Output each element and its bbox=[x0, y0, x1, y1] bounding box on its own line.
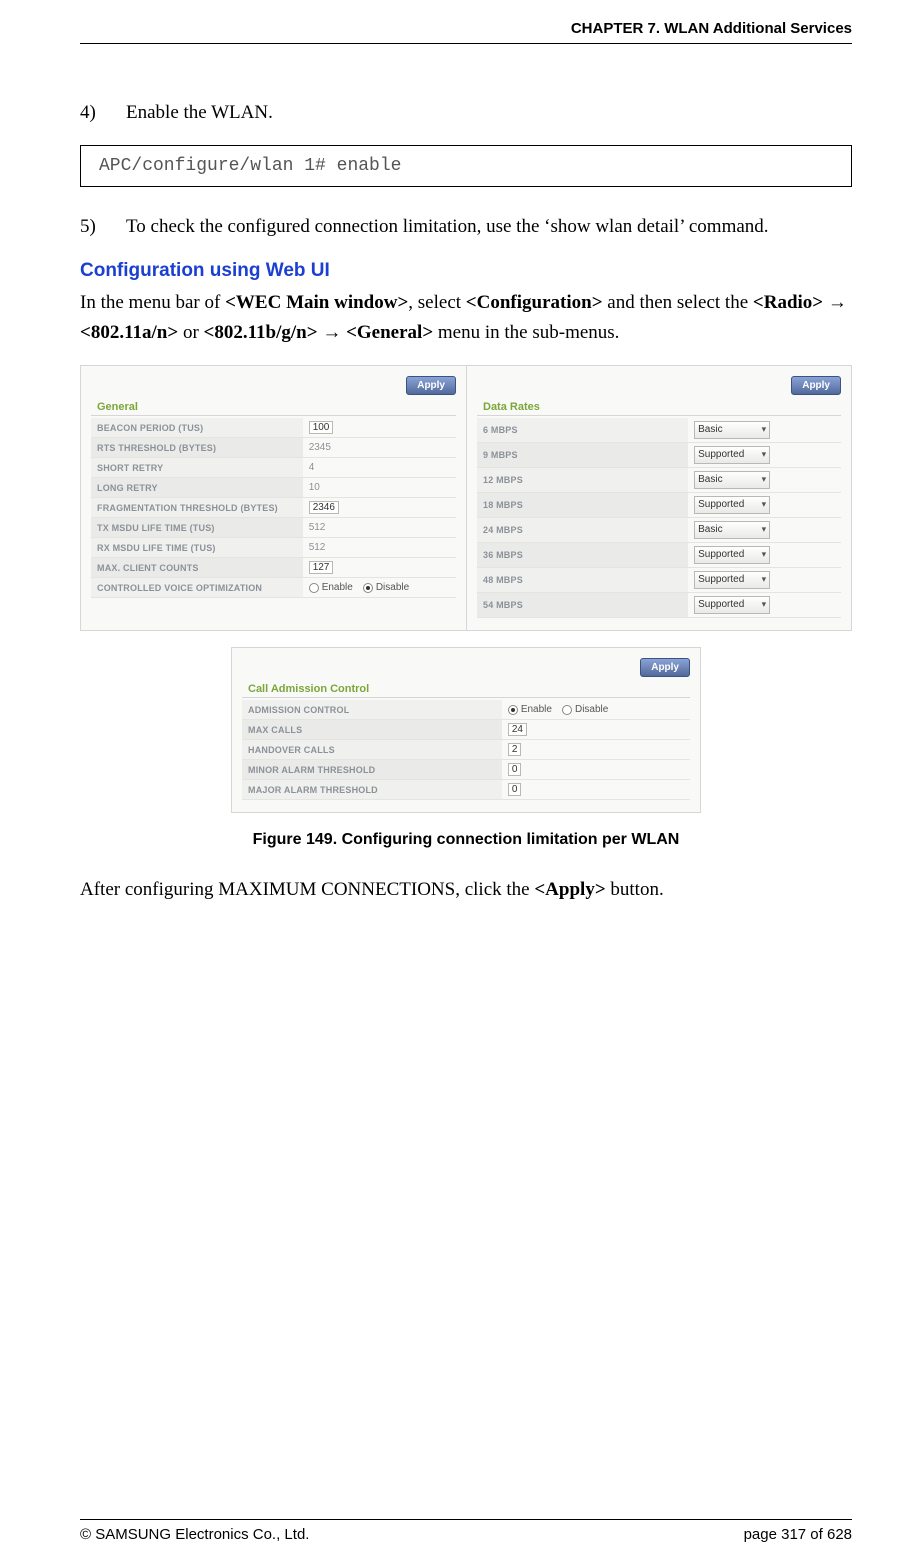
radio-disable-label: Disable bbox=[575, 704, 608, 715]
running-header: CHAPTER 7. WLAN Additional Services bbox=[80, 20, 852, 44]
tx-msdu-value: 512 bbox=[303, 518, 456, 538]
rate-12mbps-select[interactable]: Basic bbox=[694, 471, 770, 489]
para-text: or bbox=[178, 322, 203, 343]
para-text: menu in the sub-menus. bbox=[433, 322, 619, 343]
rx-msdu-value: 512 bbox=[303, 538, 456, 558]
label-12mbps: 12 MBPS bbox=[477, 467, 688, 492]
label-minor-alarm-threshold: MINOR ALARM THRESHOLD bbox=[242, 760, 502, 780]
label-tx-msdu: TX MSDU LIFE TIME (TUS) bbox=[91, 518, 303, 538]
general-panel: Apply General BEACON PERIOD (TUS) 100 RTS… bbox=[80, 365, 466, 631]
label-short-retry: SHORT RETRY bbox=[91, 458, 303, 478]
beacon-period-input[interactable]: 100 bbox=[309, 421, 334, 434]
rate-9mbps-select[interactable]: Supported bbox=[694, 446, 770, 464]
page-number: page 317 of 628 bbox=[744, 1526, 852, 1543]
figure-149: Apply General BEACON PERIOD (TUS)100 RTS… bbox=[80, 365, 852, 850]
handover-calls-input[interactable]: 2 bbox=[508, 743, 522, 756]
label-6mbps: 6 MBPS bbox=[477, 418, 688, 443]
label-9mbps: 9 MBPS bbox=[477, 442, 688, 467]
figure-caption: Figure 149. Configuring connection limit… bbox=[80, 831, 852, 849]
call-admission-control-panel: Apply Call Admission Control ADMISSION C… bbox=[231, 647, 701, 814]
label-48mbps: 48 MBPS bbox=[477, 567, 688, 592]
step-4: 4) Enable the WLAN. bbox=[80, 99, 852, 127]
radio-enable[interactable] bbox=[309, 583, 319, 593]
long-retry-value: 10 bbox=[303, 478, 456, 498]
label-54mbps: 54 MBPS bbox=[477, 592, 688, 617]
label-handover-calls: HANDOVER CALLS bbox=[242, 740, 502, 760]
rts-threshold-value: 2345 bbox=[303, 438, 456, 458]
radio-enable-label: Enable bbox=[521, 704, 552, 715]
page-footer: © SAMSUNG Electronics Co., Ltd. page 317… bbox=[80, 1519, 852, 1543]
step-4-text: Enable the WLAN. bbox=[126, 99, 273, 127]
radio-disable[interactable] bbox=[363, 583, 373, 593]
general-table: BEACON PERIOD (TUS) 100 RTS THRESHOLD (BY… bbox=[91, 418, 456, 599]
para-text: , select bbox=[408, 292, 466, 313]
label-24mbps: 24 MBPS bbox=[477, 517, 688, 542]
cac-title: Call Admission Control bbox=[242, 681, 690, 698]
code-block: APC/configure/wlan 1# enable bbox=[80, 145, 852, 187]
apply-button[interactable]: Apply bbox=[640, 658, 690, 677]
section-heading: Configuration using Web UI bbox=[80, 260, 852, 282]
step-4-number: 4) bbox=[80, 99, 108, 127]
admission-control-radio[interactable]: Enable Disable bbox=[508, 704, 609, 715]
code-line: APC/configure/wlan 1# enable bbox=[99, 156, 401, 176]
apply-button[interactable]: Apply bbox=[791, 376, 841, 395]
short-retry-value: 4 bbox=[303, 458, 456, 478]
rate-18mbps-select[interactable]: Supported bbox=[694, 496, 770, 514]
step-5: 5) To check the configured connection li… bbox=[80, 213, 852, 241]
max-client-counts-input[interactable]: 127 bbox=[309, 561, 334, 574]
label-major-alarm-threshold: MAJOR ALARM THRESHOLD bbox=[242, 780, 502, 800]
rate-24mbps-select[interactable]: Basic bbox=[694, 521, 770, 539]
after-paragraph: After configuring MAXIMUM CONNECTIONS, c… bbox=[80, 875, 852, 904]
general-title: General bbox=[91, 399, 456, 416]
label-admission-control: ADMISSION CONTROL bbox=[242, 700, 502, 720]
apply-button[interactable]: Apply bbox=[406, 376, 456, 395]
para-text: After configuring MAXIMUM CONNECTIONS, c… bbox=[80, 879, 534, 900]
para-text: button. bbox=[606, 879, 664, 900]
label-rts-threshold: RTS THRESHOLD (BYTES) bbox=[91, 438, 303, 458]
802-11b-g-n-menu: <802.11b/g/n> bbox=[204, 322, 318, 343]
wec-main-window: <WEC Main window> bbox=[225, 292, 408, 313]
para-text: and then select the bbox=[603, 292, 753, 313]
label-voice-optimization: CONTROLLED VOICE OPTIMIZATION bbox=[91, 578, 303, 598]
label-max-calls: MAX CALLS bbox=[242, 720, 502, 740]
voice-optimization-radio[interactable]: Enable Disable bbox=[309, 582, 410, 593]
step-5-number: 5) bbox=[80, 213, 108, 241]
data-rates-panel: Apply Data Rates 6 MBPS Basic 9 MBPS Suppo… bbox=[466, 365, 852, 631]
label-long-retry: LONG RETRY bbox=[91, 478, 303, 498]
data-rates-title: Data Rates bbox=[477, 399, 841, 416]
rate-48mbps-select[interactable]: Supported bbox=[694, 571, 770, 589]
section-paragraph: In the menu bar of <WEC Main window>, se… bbox=[80, 288, 852, 347]
rate-36mbps-select[interactable]: Supported bbox=[694, 546, 770, 564]
rate-6mbps-select[interactable]: Basic bbox=[694, 421, 770, 439]
802-11a-n-menu: <802.11a/n> bbox=[80, 322, 178, 343]
label-fragmentation-threshold: FRAGMENTATION THRESHOLD (BYTES) bbox=[91, 498, 303, 518]
step-5-text: To check the configured connection limit… bbox=[126, 213, 769, 241]
radio-disable-label: Disable bbox=[376, 582, 409, 593]
copyright: © SAMSUNG Electronics Co., Ltd. bbox=[80, 1526, 309, 1543]
para-text: In the menu bar of bbox=[80, 292, 225, 313]
label-18mbps: 18 MBPS bbox=[477, 492, 688, 517]
data-rates-table: 6 MBPS Basic 9 MBPS Supported 12 MBPS Basic… bbox=[477, 418, 841, 618]
label-rx-msdu: RX MSDU LIFE TIME (TUS) bbox=[91, 538, 303, 558]
radio-enable[interactable] bbox=[508, 705, 518, 715]
configuration-menu: <Configuration> bbox=[466, 292, 603, 313]
max-calls-input[interactable]: 24 bbox=[508, 723, 527, 736]
rate-54mbps-select[interactable]: Supported bbox=[694, 596, 770, 614]
arrow-icon: → bbox=[823, 292, 847, 313]
apply-label: <Apply> bbox=[534, 879, 605, 900]
cac-table: ADMISSION CONTROL Enable Disable MAX CAL… bbox=[242, 700, 690, 801]
fragmentation-threshold-input[interactable]: 2346 bbox=[309, 501, 339, 514]
arrow-icon: → bbox=[318, 322, 347, 343]
radio-menu: <Radio> bbox=[753, 292, 823, 313]
radio-enable-label: Enable bbox=[322, 582, 353, 593]
radio-disable[interactable] bbox=[562, 705, 572, 715]
label-beacon-period: BEACON PERIOD (TUS) bbox=[91, 418, 303, 438]
label-max-client-counts: MAX. CLIENT COUNTS bbox=[91, 558, 303, 578]
general-menu: <General> bbox=[346, 322, 433, 343]
minor-alarm-input[interactable]: 0 bbox=[508, 763, 522, 776]
major-alarm-input[interactable]: 0 bbox=[508, 783, 522, 796]
label-36mbps: 36 MBPS bbox=[477, 542, 688, 567]
